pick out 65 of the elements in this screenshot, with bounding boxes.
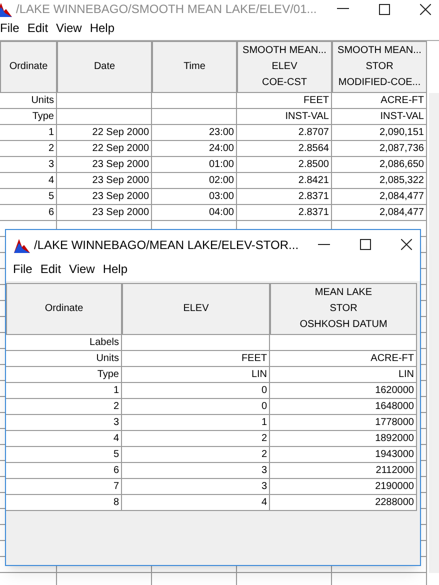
table-cell: 04:00 <box>152 205 237 221</box>
column-header[interactable]: Time <box>152 41 237 93</box>
maximize-icon[interactable] <box>379 4 390 14</box>
table-cell: 2.8500 <box>237 157 332 173</box>
window-title: /LAKE WINNEBAGO/MEAN LAKE/ELEV-STOR... <box>34 236 299 254</box>
maximize-icon[interactable] <box>360 239 371 250</box>
table-cell: 1 <box>0 125 57 141</box>
table-cell: 23:00 <box>152 125 237 141</box>
table-cell: 2.8421 <box>237 173 332 189</box>
table-cell: 2,084,477 <box>332 189 427 205</box>
table-cell: 3 <box>0 157 57 173</box>
column-header[interactable]: Ordinate <box>0 41 57 93</box>
column-header[interactable]: Date <box>57 41 152 93</box>
column-header[interactable]: Ordinate <box>6 283 122 335</box>
table-cell: 23 Sep 2000 <box>57 189 152 205</box>
table-cell: 2 <box>0 141 57 157</box>
column-header[interactable]: SMOOTH MEAN... STOR MODIFIED-COE... <box>332 41 427 93</box>
table-cell: 22 Sep 2000 <box>57 125 152 141</box>
table-cell: 2.8564 <box>237 141 332 157</box>
menu-item[interactable]: File <box>13 260 32 278</box>
table-cell: 01:00 <box>152 157 237 173</box>
column-header[interactable]: SMOOTH MEAN... ELEV COE-CST <box>237 41 332 93</box>
menu-item[interactable]: Help <box>90 19 115 37</box>
table-cell: 2.8371 <box>237 205 332 221</box>
table-cell: FEET <box>237 93 332 109</box>
table-cell: 2,086,650 <box>332 157 427 173</box>
table-cell: 2,084,477 <box>332 205 427 221</box>
app-logo-icon <box>0 1 12 17</box>
table-cell: 6 <box>0 205 57 221</box>
table-cell: 23 Sep 2000 <box>57 157 152 173</box>
app-logo-icon <box>14 236 30 252</box>
table-cell: ACRE-FT <box>332 93 427 109</box>
table-cell: 2288000 <box>270 495 417 511</box>
column-header[interactable]: MEAN LAKE STOR OSHKOSH DATUM <box>270 283 417 335</box>
table-cell: 4 <box>0 173 57 189</box>
menu-item[interactable]: View <box>69 260 95 278</box>
table-cell: Type <box>0 109 57 125</box>
table-cell: 2.8707 <box>237 125 332 141</box>
table-cell: 2,090,151 <box>332 125 427 141</box>
table-cell: 5 <box>0 189 57 205</box>
table-cell: INST-VAL <box>237 109 332 125</box>
table-cell: 2,085,322 <box>332 173 427 189</box>
table-cell: Units <box>0 93 57 109</box>
table-cell: 03:00 <box>152 189 237 205</box>
table-cell: INST-VAL <box>332 109 427 125</box>
table-cell: 23 Sep 2000 <box>57 205 152 221</box>
table-cell: 22 Sep 2000 <box>57 141 152 157</box>
menu-item[interactable]: File <box>0 19 20 37</box>
table-cell: 8 <box>6 495 122 511</box>
close-icon[interactable] <box>420 4 431 14</box>
table-cell: 4 <box>122 495 270 511</box>
minimize-icon[interactable] <box>318 244 330 246</box>
menu-item[interactable]: Edit <box>27 19 48 37</box>
table-cell: 2,087,736 <box>332 141 427 157</box>
column-header[interactable]: ELEV <box>122 283 270 335</box>
close-icon[interactable] <box>401 239 412 250</box>
table-cell: 24:00 <box>152 141 237 157</box>
menu-item[interactable]: View <box>56 19 82 37</box>
window-title: /LAKE WINNEBAGO/SMOOTH MEAN LAKE/ELEV/01... <box>16 1 317 18</box>
menu-item[interactable]: Help <box>102 260 128 278</box>
table-cell: 02:00 <box>152 173 237 189</box>
menu-item[interactable]: Edit <box>40 260 62 278</box>
minimize-icon[interactable] <box>337 8 349 10</box>
table-cell: 23 Sep 2000 <box>57 173 152 189</box>
table-cell: 2.8371 <box>237 189 332 205</box>
